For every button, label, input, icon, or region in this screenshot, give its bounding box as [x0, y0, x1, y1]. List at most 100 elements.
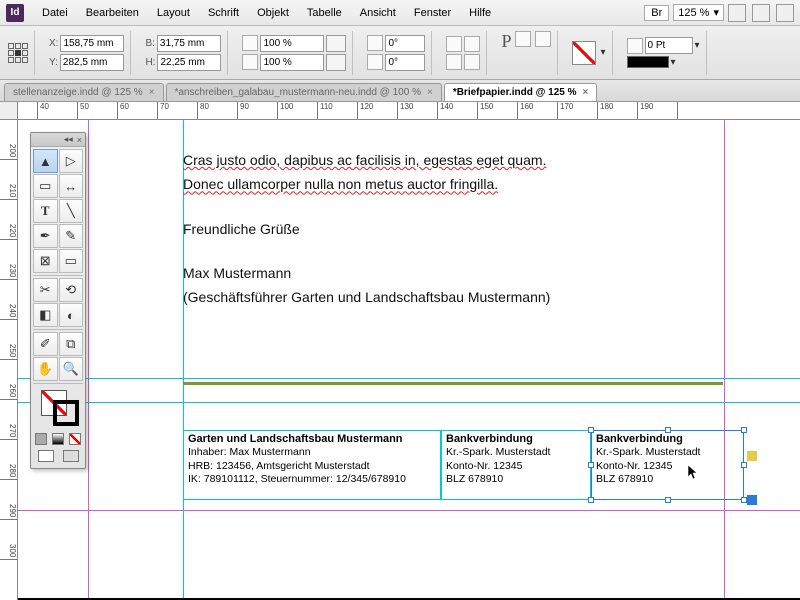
close-icon[interactable]: ×	[427, 87, 433, 98]
menu-tabelle[interactable]: Tabelle	[299, 3, 350, 23]
type-tool[interactable]: T	[33, 199, 58, 223]
shear-field[interactable]	[385, 54, 425, 71]
menu-ansicht[interactable]: Ansicht	[352, 3, 404, 23]
guide-horizontal[interactable]	[18, 378, 800, 379]
menu-hilfe[interactable]: Hilfe	[461, 3, 499, 23]
eyedropper-tool[interactable]: ⧉	[59, 332, 84, 356]
stroke-weight-icon	[627, 38, 643, 54]
preview-view-icon[interactable]	[63, 450, 79, 462]
rotate-field[interactable]	[385, 35, 425, 52]
zoom-combo[interactable]: 125 %▾	[673, 4, 724, 21]
apply-color-icon[interactable]	[35, 433, 47, 445]
fill-swatch-none[interactable]	[572, 41, 596, 65]
pathfinder-icon[interactable]	[515, 31, 531, 47]
menu-schrift[interactable]: Schrift	[200, 3, 247, 23]
tools-panel[interactable]: ◂◂ × ▲ ▷ ▭ ↔ T ╲ ✒ ✎ ⊠ ▭ ✂ ⟲ ◧ ◐ ✐ ⧉ ✋ 🔍	[30, 132, 86, 469]
guide-vertical[interactable]	[724, 120, 725, 600]
pen-tool[interactable]: ✒	[33, 224, 58, 248]
direct-selection-tool[interactable]: ▷	[59, 149, 84, 173]
flip-v-icon[interactable]	[464, 54, 480, 70]
selection-handle[interactable]	[665, 497, 671, 503]
stroke-weight-field[interactable]	[645, 37, 693, 54]
menu-datei[interactable]: Datei	[34, 3, 76, 23]
stepper[interactable]	[326, 54, 346, 71]
doc-tab-label: *Briefpapier.indd @ 125 %	[453, 87, 577, 98]
stroke-style-swatch[interactable]	[627, 56, 669, 68]
align-icon[interactable]	[535, 31, 551, 47]
stepper[interactable]	[326, 35, 346, 52]
fill-stroke-proxy[interactable]	[33, 386, 83, 430]
footer-box-bank-2-selected[interactable]: Bankverbindung Kr.-Spark. Musterstadt Ko…	[591, 430, 744, 500]
y-field[interactable]	[60, 54, 124, 71]
canvas[interactable]: Cras justo odio, dapibus ac facilisis in…	[18, 120, 800, 600]
rotate-ccw-icon[interactable]	[464, 36, 480, 52]
close-icon[interactable]: ×	[77, 135, 82, 145]
rotate-cw-icon[interactable]	[446, 36, 462, 52]
reference-point[interactable]	[8, 31, 35, 75]
menu-objekt[interactable]: Objekt	[249, 3, 297, 23]
normal-view-icon[interactable]	[38, 450, 54, 462]
ruler-tick: 70	[158, 102, 198, 119]
gradient-feather-tool[interactable]: ◐	[59, 303, 84, 327]
footer-box-bank-1[interactable]: Bankverbindung Kr.-Spark. Musterstadt Ko…	[441, 430, 591, 500]
rectangle-frame-tool[interactable]: ⊠	[33, 249, 58, 273]
selection-handle[interactable]	[588, 497, 594, 503]
live-corner-handle[interactable]	[747, 451, 757, 461]
ruler-horizontal[interactable]: 40 50 60 70 80 90 100 110 120 130 140 15…	[18, 102, 800, 120]
character-panel-icon[interactable]: P	[501, 31, 511, 75]
gap-tool[interactable]: ↔	[59, 174, 84, 198]
hand-tool[interactable]: ✋	[33, 357, 58, 381]
text-out-port[interactable]	[747, 495, 757, 505]
ruler-vertical[interactable]: 200 210 220 230 240 250 260 270 280 290 …	[0, 120, 18, 600]
flip-h-icon[interactable]	[446, 54, 462, 70]
apply-none-icon[interactable]	[69, 433, 81, 445]
screen-mode-icon[interactable]	[728, 4, 746, 22]
guide-horizontal[interactable]	[18, 510, 800, 511]
selection-handle[interactable]	[588, 427, 594, 433]
free-transform-tool[interactable]: ⟲	[59, 278, 84, 302]
w-field[interactable]	[157, 35, 221, 52]
scale-x-field[interactable]	[260, 35, 324, 52]
note-tool[interactable]: ✐	[33, 332, 58, 356]
selection-handle[interactable]	[741, 462, 747, 468]
scissors-tool[interactable]: ✂	[33, 278, 58, 302]
line-tool[interactable]: ╲	[59, 199, 84, 223]
body-text-frame[interactable]: Cras justo odio, dapibus ac facilisis in…	[183, 150, 603, 311]
collapse-icon[interactable]: ◂◂	[64, 134, 73, 145]
scale-y-field[interactable]	[260, 54, 324, 71]
doc-tab-2[interactable]: *anschreiben_galabau_mustermann-neu.indd…	[166, 83, 442, 101]
h-field[interactable]	[157, 54, 221, 71]
workspace-icon[interactable]	[776, 4, 794, 22]
x-field[interactable]	[60, 35, 124, 52]
pencil-tool[interactable]: ✎	[59, 224, 84, 248]
guide-horizontal[interactable]	[18, 402, 800, 403]
doc-tab-3[interactable]: *Briefpapier.indd @ 125 % ×	[444, 83, 598, 101]
chevron-down-icon[interactable]: ▾	[695, 40, 700, 51]
selection-handle[interactable]	[588, 462, 594, 468]
arrange-icon[interactable]	[752, 4, 770, 22]
guide-vertical[interactable]	[88, 120, 89, 600]
panel-header[interactable]: ◂◂ ×	[31, 133, 85, 147]
green-divider[interactable]	[183, 382, 723, 385]
selection-tool[interactable]: ▲	[33, 149, 58, 173]
close-icon[interactable]: ×	[149, 87, 155, 98]
selection-handle[interactable]	[741, 427, 747, 433]
ruler-tick: 170	[558, 102, 598, 119]
menu-fenster[interactable]: Fenster	[406, 3, 459, 23]
footer-box-company[interactable]: Garten und Landschaftsbau Mustermann Inh…	[183, 430, 441, 500]
menu-bearbeiten[interactable]: Bearbeiten	[78, 3, 147, 23]
zoom-tool[interactable]: 🔍	[59, 357, 84, 381]
bridge-button[interactable]: Br	[644, 5, 669, 21]
rectangle-tool[interactable]: ▭	[59, 249, 84, 273]
menu-layout[interactable]: Layout	[149, 3, 198, 23]
apply-gradient-icon[interactable]	[52, 433, 64, 445]
close-icon[interactable]: ×	[583, 87, 589, 98]
selection-handle[interactable]	[665, 427, 671, 433]
stroke-proxy[interactable]	[53, 400, 79, 426]
gradient-swatch-tool[interactable]: ◧	[33, 303, 58, 327]
ruler-origin[interactable]	[0, 102, 18, 120]
chevron-down-icon[interactable]: ▾	[671, 57, 676, 68]
page-tool[interactable]: ▭	[33, 174, 58, 198]
doc-tab-1[interactable]: stellenanzeige.indd @ 125 %×	[4, 83, 164, 101]
chevron-down-icon[interactable]: ▾	[600, 47, 605, 58]
